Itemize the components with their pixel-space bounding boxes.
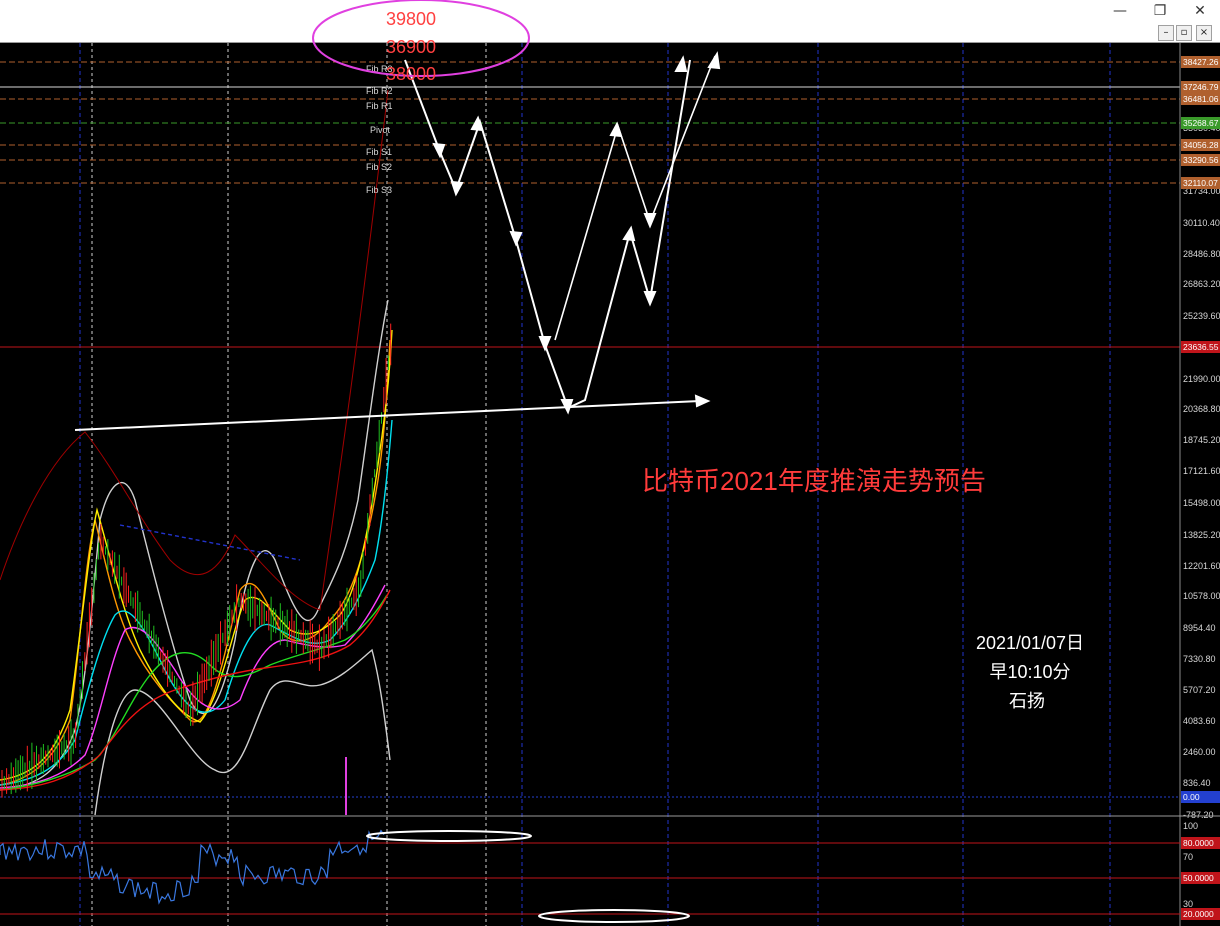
projection-path-a — [404, 59, 691, 410]
arrow-head-10 — [643, 291, 657, 307]
annotation-date: 2021/01/07日 — [976, 633, 1084, 653]
signature-block: 2021/01/07日 早10:10分 石扬 — [976, 633, 1084, 711]
price-tick: 15498.00 — [1183, 498, 1220, 508]
price-tick: 17121.60 — [1183, 466, 1220, 476]
indicator-tick: 100 — [1183, 821, 1198, 831]
zigzag-line — [0, 89, 389, 611]
indicator-tick: 30 — [1183, 899, 1193, 909]
target-values: 39800 36900 38000 — [386, 9, 436, 84]
indicator-badge-label: 20.0000 — [1183, 909, 1214, 919]
fib-label: Fib S2 — [366, 162, 392, 172]
fib-label: Fib R1 — [366, 101, 393, 111]
target-value-3: 38000 — [386, 64, 436, 84]
price-badge-label: 38427.26 — [1183, 57, 1219, 67]
projection-arrows — [74, 51, 721, 431]
price-tick: 30110.40 — [1183, 218, 1220, 228]
support-arrow-head — [694, 394, 711, 408]
price-tick: 28486.80 — [1183, 249, 1220, 259]
price-tick: 836.40 — [1183, 778, 1211, 788]
ma-orange-line — [0, 339, 391, 786]
headline-annotation: 比特币2021年度推演走势预告 — [642, 466, 986, 496]
ma-cyan-line — [0, 419, 393, 786]
arrow-head-9 — [560, 399, 574, 415]
price-axis: 33030.4031734.0030110.4028486.8026863.20… — [1183, 123, 1220, 820]
price-badge-label: 37246.79 — [1183, 82, 1219, 92]
price-tick: -787.20 — [1183, 810, 1214, 820]
price-chart[interactable]: Fib R3 Fib R2 Fib R1 Pivot Fib S1 Fib S2… — [0, 0, 1220, 926]
price-tick: 13825.20 — [1183, 530, 1220, 540]
trend-blue-dashed — [119, 524, 301, 561]
price-tick: 21990.00 — [1183, 374, 1220, 384]
price-tick: 2460.00 — [1183, 747, 1216, 757]
annotation-author: 石扬 — [1009, 691, 1045, 711]
target-value-2: 36900 — [386, 37, 436, 57]
price-tick: 18745.20 — [1183, 435, 1220, 445]
price-tick: 8954.40 — [1183, 623, 1216, 633]
vertical-grid — [91, 43, 487, 926]
upper-band-line — [0, 299, 389, 791]
price-tick: 4083.60 — [1183, 716, 1216, 726]
fib-label: Fib R2 — [366, 86, 393, 96]
price-badge-label: 34056.28 — [1183, 140, 1219, 150]
indicator-highlight-top — [366, 830, 532, 842]
ma-yellow-line — [0, 329, 393, 781]
indicator-axis: 100 70 30 — [1183, 821, 1198, 909]
fib-pivot-levels — [0, 61, 1180, 184]
indicator-badge-label: 50.0000 — [1183, 873, 1214, 883]
arrow-head-6 — [450, 180, 464, 197]
arrow-head-4 — [609, 121, 623, 138]
fib-label: Pivot — [370, 125, 391, 135]
price-tick: 20368.80 — [1183, 404, 1220, 414]
price-tick: 10578.00 — [1183, 591, 1220, 601]
arrow-head-2 — [707, 51, 721, 70]
arrow-head-3 — [470, 115, 484, 132]
arrow-head-1 — [674, 55, 688, 72]
price-tick: 25239.60 — [1183, 311, 1220, 321]
candles — [1, 323, 392, 798]
price-tick: 26863.20 — [1183, 279, 1220, 289]
price-tick: 5707.20 — [1183, 685, 1216, 695]
price-badge-label: 35268.67 — [1183, 118, 1219, 128]
price-badge-label: 23636.55 — [1183, 342, 1219, 352]
arrow-head-5 — [622, 225, 636, 242]
indicator-tick: 70 — [1183, 852, 1193, 862]
price-series — [0, 89, 393, 816]
price-tick: 7330.80 — [1183, 654, 1216, 664]
price-badge-label: 36481.06 — [1183, 94, 1219, 104]
price-tick: 12201.60 — [1183, 561, 1220, 571]
price-badge-label: 0.00 — [1183, 792, 1200, 802]
arrow-head-12 — [432, 142, 446, 159]
arrow-head-7 — [509, 230, 523, 247]
fib-label: Fib S3 — [366, 185, 392, 195]
target-value-1: 39800 — [386, 9, 436, 29]
indicator-highlight-bottom — [538, 909, 690, 923]
annotation-time: 早10:10分 — [989, 662, 1070, 682]
arrow-head-11 — [643, 213, 657, 229]
price-badge-label: 33290.56 — [1183, 155, 1219, 165]
indicator-badge-label: 80.0000 — [1183, 838, 1214, 848]
indicator-line — [0, 829, 385, 905]
price-badge-label: 32110.07 — [1183, 178, 1218, 188]
fib-label: Fib S1 — [366, 147, 392, 157]
